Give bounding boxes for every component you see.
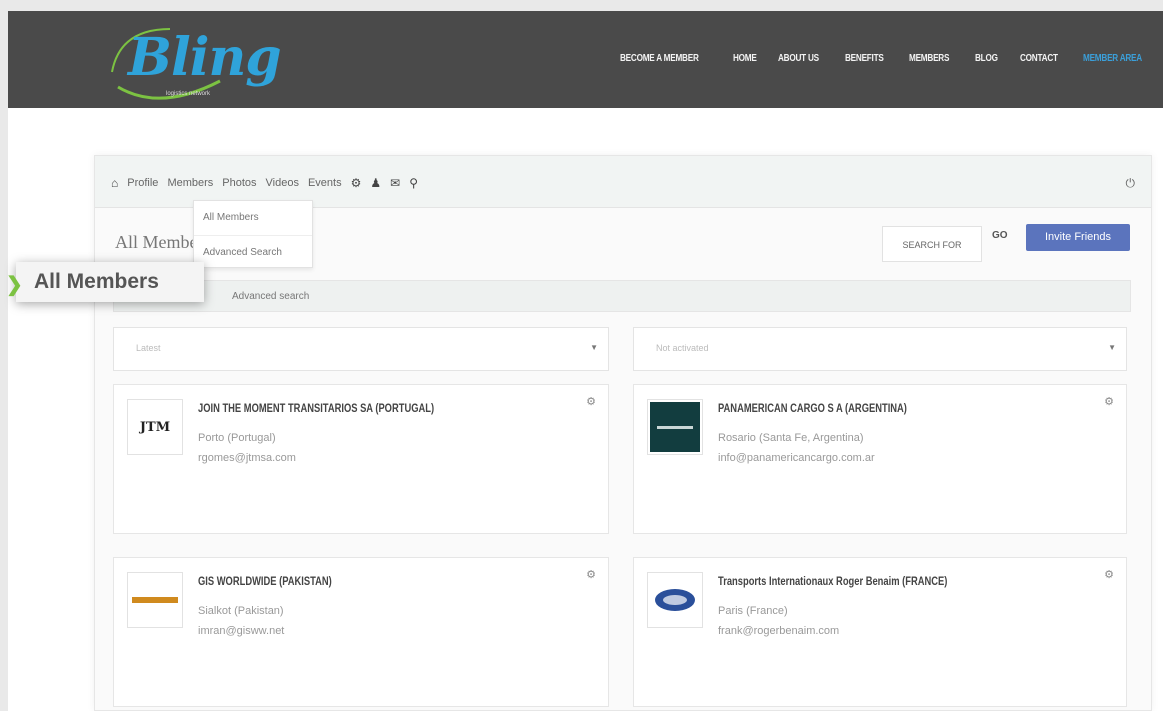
members-dropdown: All Members Advanced Search (193, 200, 313, 268)
advanced-search-bar: Advanced search (113, 280, 1131, 312)
chevron-down-icon: ▼ (590, 343, 598, 352)
callout-label: ❯ All Members (6, 262, 204, 302)
member-name[interactable]: Transports Internationaux Roger Benaim (… (718, 574, 947, 588)
nav-become-member[interactable]: BECOME A MEMBER (620, 53, 699, 64)
options-icon[interactable]: ⚙ (586, 568, 596, 581)
options-icon[interactable]: ⚙ (586, 395, 596, 408)
toolbar-profile[interactable]: Profile (127, 177, 158, 189)
member-logo (647, 572, 703, 628)
callout-text: All Members (34, 270, 159, 293)
toolbar-videos[interactable]: Videos (266, 177, 299, 189)
options-icon[interactable]: ⚙ (1104, 395, 1114, 408)
go-button[interactable]: GO (992, 230, 1008, 241)
toolbar-members[interactable]: Members (167, 177, 213, 189)
viewport: Bling logistics network BECOME A MEMBER … (0, 0, 1163, 711)
filter-select[interactable]: Not activated ▼ (633, 327, 1127, 371)
site-logo[interactable]: Bling logistics network (100, 17, 282, 107)
dropdown-item-advanced-search[interactable]: Advanced Search (194, 235, 312, 269)
advanced-search-link[interactable]: Advanced search (232, 291, 309, 302)
toolbar-photos[interactable]: Photos (222, 177, 256, 189)
friends-icon[interactable]: ⚙ (351, 176, 362, 190)
search-input[interactable]: SEARCH FOR (882, 226, 982, 262)
sort-select[interactable]: Latest ▼ (113, 327, 609, 371)
logo-stripe (657, 425, 693, 429)
nav-blog[interactable]: BLOG (975, 53, 998, 64)
member-email[interactable]: info@panamericancargo.com.ar (718, 452, 875, 464)
mail-icon[interactable]: ✉ (390, 176, 400, 190)
member-email[interactable]: frank@rogerbenaim.com (718, 625, 839, 637)
member-location: Porto (Portugal) (198, 432, 276, 444)
member-card[interactable]: JTM JOIN THE MOMENT TRANSITARIOS SA (POR… (113, 384, 609, 534)
member-card[interactable]: Transports Internationaux Roger Benaim (… (633, 557, 1127, 707)
member-location: Sialkot (Pakistan) (198, 605, 284, 617)
member-logo (127, 572, 183, 628)
search-icon[interactable]: ⚲ (409, 176, 418, 190)
member-logo-text: JTM (139, 419, 171, 435)
power-icon[interactable]: ⏻ (1126, 176, 1136, 191)
nav-members[interactable]: MEMBERS (909, 53, 949, 64)
toolbar-events[interactable]: Events (308, 177, 342, 189)
member-email[interactable]: imran@gisww.net (198, 625, 284, 637)
member-email[interactable]: rgomes@jtmsa.com (198, 452, 296, 464)
nav-contact[interactable]: CONTACT (1020, 53, 1058, 64)
user-icon[interactable]: ♟ (370, 176, 381, 190)
nav-member-area[interactable]: MEMBER AREA (1083, 53, 1142, 64)
member-card[interactable]: PANAMERICAN CARGO S A (ARGENTINA) Rosari… (633, 384, 1127, 534)
nav-benefits[interactable]: BENEFITS (845, 53, 884, 64)
member-location: Rosario (Santa Fe, Argentina) (718, 432, 864, 444)
dropdown-item-all-members[interactable]: All Members (194, 201, 312, 235)
chevron-right-icon: ❯ (6, 274, 23, 296)
logo-tagline: logistics network (166, 91, 211, 97)
filter-select-value: Not activated (656, 343, 709, 353)
member-location: Paris (France) (718, 605, 788, 617)
options-icon[interactable]: ⚙ (1104, 568, 1114, 581)
member-name[interactable]: JOIN THE MOMENT TRANSITARIOS SA (PORTUGA… (198, 401, 434, 415)
home-icon[interactable]: ⌂ (111, 176, 118, 190)
member-logo-image (132, 597, 178, 603)
sort-select-value: Latest (136, 343, 161, 353)
member-logo-image (655, 589, 695, 611)
site-header: Bling logistics network BECOME A MEMBER … (8, 11, 1163, 108)
member-logo-image (650, 402, 700, 452)
chevron-down-icon: ▼ (1108, 343, 1116, 352)
member-logo: JTM (127, 399, 183, 455)
member-card[interactable]: GIS WORLDWIDE (PAKISTAN) Sialkot (Pakist… (113, 557, 609, 707)
member-name[interactable]: PANAMERICAN CARGO S A (ARGENTINA) (718, 401, 907, 415)
invite-friends-button[interactable]: Invite Friends (1026, 224, 1130, 251)
member-logo (647, 399, 703, 455)
nav-home[interactable]: HOME (733, 53, 757, 64)
logo-text: Bling (128, 27, 282, 88)
main-nav: BECOME A MEMBER HOME ABOUT US BENEFITS M… (620, 53, 1155, 64)
nav-about-us[interactable]: ABOUT US (778, 53, 819, 64)
member-name[interactable]: GIS WORLDWIDE (PAKISTAN) (198, 574, 332, 588)
